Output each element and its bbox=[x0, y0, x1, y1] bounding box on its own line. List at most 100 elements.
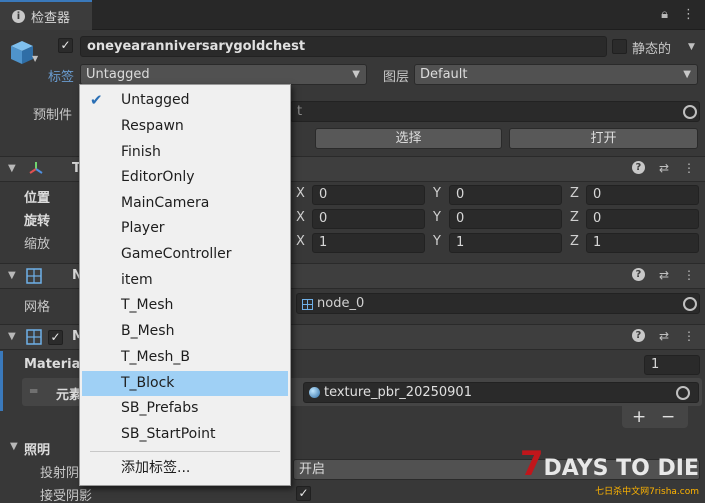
drag-handle-icon[interactable]: ═ bbox=[30, 384, 37, 398]
target-icon[interactable] bbox=[676, 386, 690, 400]
help-icon[interactable]: ? bbox=[631, 161, 645, 174]
materials-label[interactable]: Materia bbox=[24, 357, 80, 372]
tag-menu-item-editoronly[interactable]: EditorOnly bbox=[82, 165, 288, 190]
mesh-filter-header-icons: ? ⇄ ⋮ bbox=[631, 268, 695, 282]
select-button[interactable]: 选择 bbox=[315, 128, 502, 149]
tab-title: 检查器 bbox=[31, 10, 71, 26]
prefab-value: t bbox=[297, 104, 303, 119]
collapse-caret-icon: ▼ bbox=[8, 163, 16, 174]
mesh-renderer-icon bbox=[26, 329, 42, 349]
help-icon[interactable]: ? bbox=[631, 329, 645, 342]
renderer-enabled-checkbox[interactable]: ✓ bbox=[48, 330, 63, 345]
position-x-field[interactable]: 0 bbox=[312, 185, 425, 205]
scale-label: 缩放 bbox=[24, 237, 51, 252]
info-icon: i bbox=[12, 9, 25, 23]
target-icon[interactable] bbox=[683, 297, 697, 311]
tag-menu-item-label: T_Mesh bbox=[121, 297, 174, 313]
watermark-title: 7DAYS TO DIE bbox=[520, 444, 699, 484]
scale-z-label: Z bbox=[570, 234, 579, 249]
static-checkbox[interactable] bbox=[612, 39, 627, 54]
prefab-field[interactable]: t bbox=[290, 101, 700, 122]
rotation-y-field[interactable]: 0 bbox=[449, 209, 562, 229]
receive-shadows-checkbox[interactable]: ✓ bbox=[296, 486, 311, 501]
tag-menu-item-label: Finish bbox=[121, 144, 161, 160]
mesh-grid-icon bbox=[302, 297, 313, 313]
tag-menu-item-label: SB_Prefabs bbox=[121, 400, 199, 416]
tag-menu-item-gamecontroller[interactable]: GameController bbox=[82, 242, 288, 267]
receive-shadows-label: 接受阴影 bbox=[40, 489, 93, 503]
tag-menu-item-finish[interactable]: Finish bbox=[82, 140, 288, 165]
target-icon[interactable] bbox=[683, 105, 697, 119]
settings-sliders-icon[interactable]: ⇄ bbox=[659, 329, 669, 343]
tag-menu-item-t-block[interactable]: T_Block bbox=[82, 371, 288, 396]
mesh-renderer-header-icons: ? ⇄ ⋮ bbox=[631, 329, 695, 343]
position-y-field[interactable]: 0 bbox=[449, 185, 562, 205]
transform-header-icons: ? ⇄ ⋮ bbox=[631, 161, 695, 175]
tag-menu-item-maincamera[interactable]: MainCamera bbox=[82, 191, 288, 216]
collapse-caret-icon[interactable]: ▼ bbox=[10, 441, 18, 452]
tag-menu-item-t-mesh-b[interactable]: T_Mesh_B bbox=[82, 345, 288, 370]
tag-menu-item-label: MainCamera bbox=[121, 195, 210, 211]
watermark-text: DAYS TO DIE bbox=[543, 456, 699, 481]
material-field[interactable]: texture_pbr_20250901 bbox=[303, 382, 699, 403]
active-checkbox[interactable]: ✓ bbox=[58, 38, 73, 53]
static-dropdown-caret[interactable]: ▼ bbox=[688, 42, 695, 52]
tag-menu-item-label: EditorOnly bbox=[121, 169, 195, 185]
open-button[interactable]: 打开 bbox=[509, 128, 698, 149]
rotation-x-field[interactable]: 0 bbox=[312, 209, 425, 229]
tag-menu-item-respawn[interactable]: Respawn bbox=[82, 114, 288, 139]
scale-y-field[interactable]: 1 bbox=[449, 233, 562, 253]
tag-menu-item-label: T_Mesh_B bbox=[121, 349, 191, 365]
mesh-field[interactable]: node_0 bbox=[296, 293, 700, 314]
tab-inspector[interactable]: i 检查器 bbox=[0, 0, 92, 30]
tag-menu-item-label: GameController bbox=[121, 246, 232, 262]
watermark-logo: 7DAYS TO DIE 七日杀中文网7risha.com bbox=[520, 444, 699, 497]
tag-menu-item-label: B_Mesh bbox=[121, 323, 175, 339]
tag-menu-item-sb-startpoint[interactable]: SB_StartPoint bbox=[82, 422, 288, 447]
position-label: 位置 bbox=[24, 191, 51, 206]
transform-icon bbox=[28, 160, 44, 180]
settings-sliders-icon[interactable]: ⇄ bbox=[659, 268, 669, 282]
scale-y-label: Y bbox=[433, 234, 441, 249]
position-y-label: Y bbox=[433, 186, 441, 201]
tag-dropdown[interactable]: Untagged ▼ bbox=[80, 64, 367, 85]
prefab-label: 预制件 bbox=[33, 108, 73, 123]
chevron-down-icon: ▼ bbox=[683, 69, 691, 80]
cube-dropdown-caret[interactable]: ▼ bbox=[32, 54, 38, 63]
tag-menu-item-item[interactable]: item bbox=[82, 268, 288, 293]
tag-menu-item-label: Player bbox=[121, 220, 165, 236]
cast-shadows-value: 开启 bbox=[299, 462, 326, 477]
tag-menu-item-sb-prefabs[interactable]: SB_Prefabs bbox=[82, 396, 288, 421]
static-label: 静态的 bbox=[632, 42, 672, 57]
lock-icon[interactable]: 🔒︎ bbox=[661, 7, 668, 22]
help-icon[interactable]: ? bbox=[631, 268, 645, 281]
scale-z-field[interactable]: 1 bbox=[586, 233, 699, 253]
tag-menu-item-untagged[interactable]: ✔ Untagged bbox=[82, 88, 288, 113]
settings-sliders-icon[interactable]: ⇄ bbox=[659, 161, 669, 175]
menu-dots-icon[interactable]: ⋮ bbox=[683, 329, 695, 343]
material-sphere-icon bbox=[309, 387, 320, 398]
tag-menu-item-player[interactable]: Player bbox=[82, 216, 288, 241]
tag-menu-item-b-mesh[interactable]: B_Mesh bbox=[82, 319, 288, 344]
mesh-value: node_0 bbox=[317, 296, 365, 311]
menu-dots-icon[interactable]: ⋮ bbox=[683, 268, 695, 282]
tab-bar: i 检查器 🔒︎ ⋮ bbox=[0, 0, 705, 30]
object-name-field[interactable]: oneyearanniversarygoldchest bbox=[80, 36, 607, 57]
menu-dots-icon[interactable]: ⋮ bbox=[683, 161, 695, 175]
layer-dropdown[interactable]: Default ▼ bbox=[414, 64, 698, 85]
tag-label: 标签 bbox=[48, 70, 75, 85]
material-value: texture_pbr_20250901 bbox=[324, 385, 472, 400]
tag-menu-add-tag[interactable]: 添加标签... bbox=[82, 456, 288, 481]
menu-dots-icon[interactable]: ⋮ bbox=[682, 7, 695, 22]
scale-x-field[interactable]: 1 bbox=[312, 233, 425, 253]
position-z-field[interactable]: 0 bbox=[586, 185, 699, 205]
materials-count-field[interactable]: 1 bbox=[644, 355, 700, 375]
watermark-digit: 7 bbox=[519, 444, 544, 484]
add-element-button[interactable]: + bbox=[632, 407, 646, 427]
mesh-grid-icon bbox=[26, 268, 42, 288]
remove-element-button[interactable]: − bbox=[661, 407, 675, 427]
tag-menu-item-t-mesh[interactable]: T_Mesh bbox=[82, 293, 288, 318]
tag-value: Untagged bbox=[86, 67, 150, 82]
menu-separator bbox=[90, 451, 280, 452]
rotation-z-field[interactable]: 0 bbox=[586, 209, 699, 229]
